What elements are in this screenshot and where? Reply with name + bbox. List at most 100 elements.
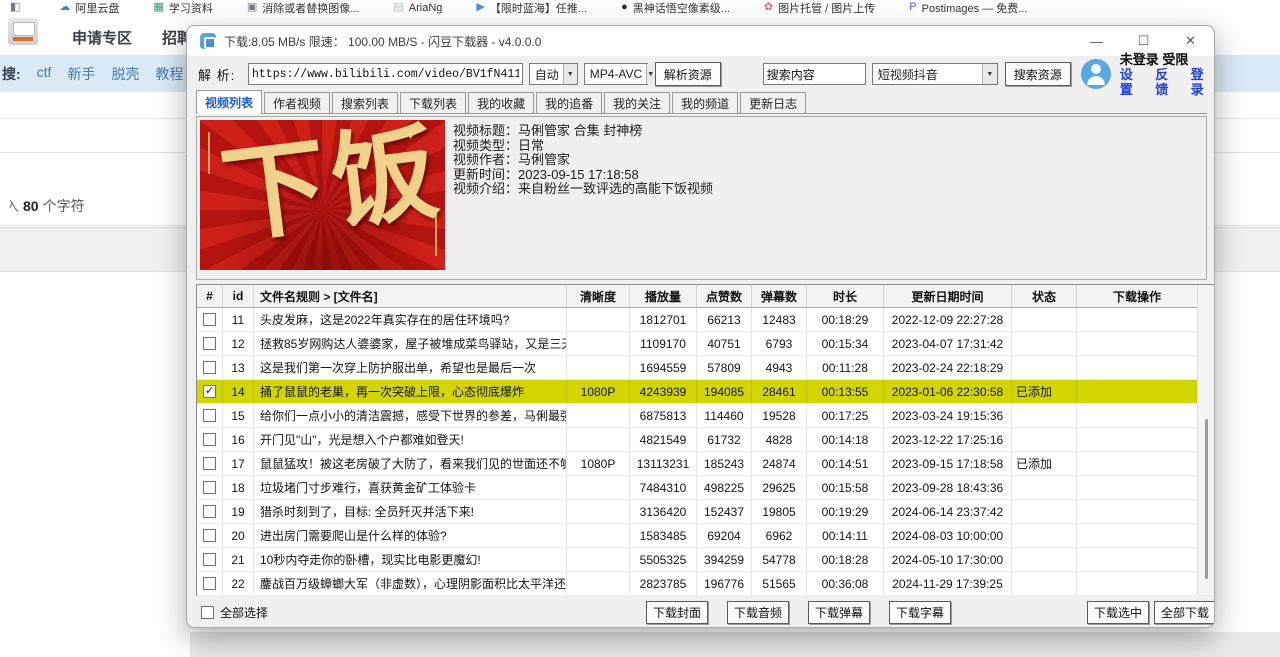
scrollbar-thumb[interactable]: [1205, 419, 1208, 579]
row-checkbox[interactable]: [203, 313, 216, 326]
table-row[interactable]: 13 这是我们第一次穿上防护服出单，希望也是最后一次 1694559 57809…: [197, 356, 1214, 380]
cell-likes: 61732: [697, 428, 752, 451]
table-row[interactable]: 22 鏖战百万级蟑螂大军（非虚数），心理阴影面积比太平洋还 2823785 19…: [197, 572, 1214, 596]
avatar[interactable]: [1081, 59, 1111, 89]
hot-search-link[interactable]: 新手: [67, 64, 95, 84]
tab[interactable]: 我的关注: [604, 92, 670, 113]
video-info-line: 视频作者：马俐管家: [453, 153, 713, 168]
cell-id: 19: [223, 500, 254, 523]
table-header-cell[interactable]: 状态: [1012, 285, 1077, 307]
row-checkbox[interactable]: [203, 337, 216, 350]
row-checkbox-cell: [197, 452, 223, 475]
window-titlebar[interactable]: 下载:8.05 MB/s 限速： 100.00 MB/S - 闪豆下载器 - v…: [187, 26, 1214, 56]
row-checkbox[interactable]: [203, 481, 216, 494]
hot-search-link[interactable]: ctf: [37, 64, 52, 84]
download-button[interactable]: 全部下载: [1154, 601, 1215, 624]
mode-select[interactable]: 自动 ▼: [529, 63, 578, 85]
bookmark-item[interactable]: P Postimages — 免费...: [909, 0, 1027, 15]
hot-search-link[interactable]: 教程: [155, 64, 183, 84]
table-row[interactable]: 17 鼠鼠猛攻！被这老房破了大防了，看来我们见的世面还不够 1080P 1311…: [197, 452, 1214, 476]
table-header-cell[interactable]: 点赞数: [697, 285, 752, 307]
cell-id: 21: [223, 548, 254, 571]
row-checkbox[interactable]: [203, 457, 216, 470]
bookmark-item[interactable]: ▦ 学习资料: [153, 0, 212, 15]
cell-danmaku: 29625: [752, 476, 807, 499]
bookmark-item[interactable]: ◧: [10, 2, 25, 13]
table-row[interactable]: 18 垃圾堵门寸步难行，喜获黄金矿工体验卡 7484310 498225 296…: [197, 476, 1214, 500]
info-label: 视频介绍：: [453, 181, 518, 196]
tab[interactable]: 视频列表: [196, 90, 262, 114]
cell-danmaku: 4828: [752, 428, 807, 451]
tab[interactable]: 我的追番: [536, 92, 602, 113]
page-nav-link[interactable]: 申请专区: [72, 27, 132, 48]
table-row[interactable]: 19 猎杀时刻到了，目标: 全员歼灭并活下来! 3136420 152437 1…: [197, 500, 1214, 524]
tab[interactable]: 更新日志: [740, 92, 806, 113]
table-header-cell[interactable]: #: [197, 285, 223, 307]
tab[interactable]: 作者视频: [264, 92, 330, 113]
bookmark-label: 学习资料: [169, 0, 213, 15]
cell-title: 头皮发麻，这是2022年真实存在的居住环境吗?: [254, 308, 567, 331]
table-row[interactable]: 15 给你们一点小小的清洁震撼，感受下世界的参差，马俐最强 6875813 11…: [197, 404, 1214, 428]
table-header-cell[interactable]: 下载操作: [1077, 285, 1197, 307]
row-checkbox-cell: [197, 428, 223, 451]
row-checkbox[interactable]: [203, 505, 216, 518]
video-info-lines: 视频标题：马俐管家 合集 封神榜 视频类型：日常 视频作者：马俐管家 更新时间：…: [453, 124, 713, 197]
row-checkbox[interactable]: [203, 409, 216, 422]
hot-search-link[interactable]: 脱壳: [111, 64, 139, 84]
download-button[interactable]: 下载封面: [646, 601, 708, 624]
row-checkbox[interactable]: [203, 433, 216, 446]
search-resource-button[interactable]: 搜索资源: [1005, 62, 1071, 86]
table-scrollbar[interactable]: [1197, 285, 1214, 595]
table-row[interactable]: 14 捅了鼠鼠的老巢，再一次突破上限，心态彻底爆炸 1080P 4243939 …: [197, 380, 1214, 404]
cell-duration: 00:14:51: [807, 452, 884, 475]
table-header-cell[interactable]: 文件名规则 > [文件名]: [254, 285, 567, 307]
table-header-cell[interactable]: 更新日期时间: [884, 285, 1012, 307]
cell-danmaku: 19805: [752, 500, 807, 523]
app-icon: [200, 33, 216, 49]
tab[interactable]: 我的频道: [672, 92, 738, 113]
table-row[interactable]: 20 进出房门需要爬山是什么样的体验? 1583485 69204 6962 0…: [197, 524, 1214, 548]
download-button[interactable]: 下载字幕: [889, 601, 951, 624]
tab[interactable]: 我的收藏: [468, 92, 534, 113]
cell-plays: 13113231: [630, 452, 697, 475]
row-checkbox[interactable]: [203, 553, 216, 566]
cell-status: [1012, 476, 1077, 499]
info-value: 日常: [518, 138, 544, 153]
table-header-cell[interactable]: 清晰度: [567, 285, 630, 307]
url-input[interactable]: [248, 63, 523, 85]
table-header-cell[interactable]: 播放量: [630, 285, 697, 307]
cell-duration: 00:11:28: [807, 356, 884, 379]
download-button[interactable]: 下载弹幕: [808, 601, 870, 624]
select-all-control[interactable]: 全部选择: [201, 604, 268, 621]
table-header-cell[interactable]: 时长: [807, 285, 884, 307]
minimize-button[interactable]: —: [1073, 26, 1120, 56]
bookmark-item[interactable]: ▶ 【限时蓝海】任推...: [476, 0, 587, 15]
chevron-down-icon: ▼: [563, 64, 577, 84]
bookmark-item[interactable]: ● 黑神话悟空像素级...: [621, 0, 730, 15]
download-button[interactable]: 下载选中: [1087, 601, 1149, 624]
bookmark-item[interactable]: ▤ AriaNg: [393, 2, 442, 14]
row-checkbox[interactable]: [203, 385, 216, 398]
table-row[interactable]: 12 拯救85岁网购达人婆婆家，屋子被堆成菜鸟驿站，又是三天 1109170 4…: [197, 332, 1214, 356]
table-row[interactable]: 21 10秒内夺走你的卧槽，现实比电影更魔幻! 5505325 394259 5…: [197, 548, 1214, 572]
download-button[interactable]: 下载音频: [727, 601, 789, 624]
row-checkbox[interactable]: [203, 361, 216, 374]
format-select[interactable]: MP4-AVC ▼: [584, 63, 648, 85]
bookmark-item[interactable]: ✿ 图片托管 / 图片上传: [764, 0, 875, 15]
bookmark-item[interactable]: ▣ 消除或者替换图像...: [247, 0, 360, 15]
table-row[interactable]: 16 开门见"山"，光是想入个户都难如登天! 4821549 61732 482…: [197, 428, 1214, 452]
table-header-cell[interactable]: id: [223, 285, 254, 307]
table-row[interactable]: 11 头皮发麻，这是2022年真实存在的居住环境吗? 1812701 66213…: [197, 308, 1214, 332]
search-input[interactable]: [763, 63, 866, 85]
tab[interactable]: 搜索列表: [332, 92, 398, 113]
tab[interactable]: 下载列表: [400, 92, 466, 113]
source-select[interactable]: 短视频抖音 ▼: [872, 63, 998, 85]
parse-resource-button[interactable]: 解析资源: [655, 62, 721, 86]
bookmark-item[interactable]: ☁ 阿里云盘: [59, 0, 119, 15]
table-header-cell[interactable]: 弹幕数: [752, 285, 807, 307]
cell-quality: [567, 356, 630, 379]
select-all-checkbox[interactable]: [201, 606, 214, 619]
bookmark-icon: P: [909, 2, 916, 13]
row-checkbox[interactable]: [203, 529, 216, 542]
row-checkbox[interactable]: [203, 577, 216, 590]
